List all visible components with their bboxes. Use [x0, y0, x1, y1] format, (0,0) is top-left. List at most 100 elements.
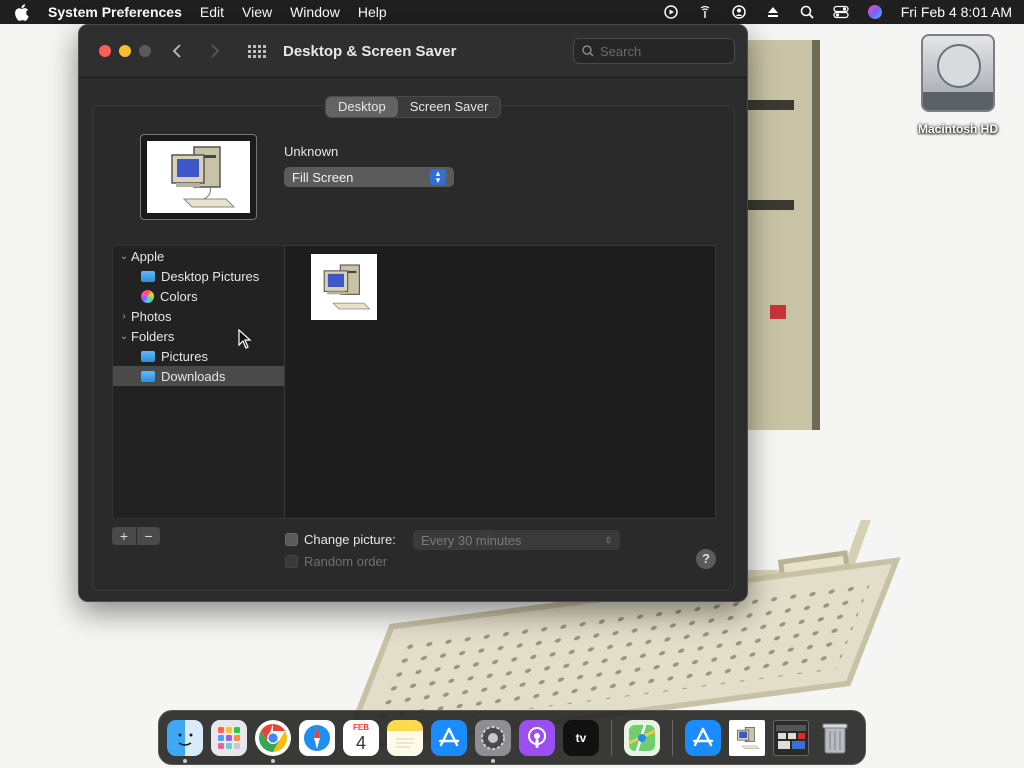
menu-view[interactable]: View — [242, 4, 272, 20]
change-interval-select[interactable]: Every 30 minutes ⇕ — [413, 530, 620, 550]
dock-desktop-picture[interactable] — [729, 719, 765, 756]
sidebar-item-apple[interactable]: ⌄ Apple — [113, 246, 284, 266]
computer-picture-icon — [737, 726, 760, 749]
search-input[interactable] — [600, 43, 720, 59]
chevron-updown-icon: ▴ ▾ — [430, 169, 446, 185]
picture-thumbnail[interactable] — [311, 254, 377, 320]
eject-icon[interactable] — [765, 4, 781, 20]
sidebar-item-label: Desktop Pictures — [161, 268, 260, 284]
add-remove-control: + − — [112, 527, 160, 545]
sidebar-item-pictures[interactable]: Pictures — [113, 346, 284, 366]
sidebar-item-label: Apple — [131, 248, 165, 264]
chevron-right-icon — [211, 44, 220, 58]
menu-clock[interactable]: Fri Feb 4 8:01 AM — [901, 4, 1012, 20]
change-picture-checkbox[interactable] — [285, 533, 298, 546]
add-folder-button[interactable]: + — [112, 527, 136, 545]
dock-tv[interactable]: tv — [563, 719, 599, 756]
tv-label: tv — [575, 730, 587, 745]
dock-launchpad[interactable] — [211, 719, 247, 756]
sidebar-item-label: Colors — [160, 288, 198, 304]
help-button[interactable]: ? — [696, 549, 716, 569]
apple-menu-icon[interactable] — [12, 3, 30, 21]
mouse-cursor-icon — [238, 329, 252, 349]
dock-podcasts[interactable] — [519, 719, 555, 756]
sidebar-item-colors[interactable]: Colors — [113, 286, 284, 306]
disclosure-right-icon[interactable]: › — [117, 311, 131, 322]
launchpad-icon — [218, 726, 240, 749]
dock-finder[interactable] — [167, 719, 203, 763]
desktop-screen-saver-window: Desktop & Screen Saver Desktop Screen Sa… — [78, 24, 748, 602]
control-center-icon[interactable] — [833, 4, 849, 20]
minimize-window-button[interactable] — [119, 45, 131, 57]
random-order-label: Random order — [304, 554, 388, 569]
app-store-icon — [438, 727, 460, 746]
dock-notes[interactable] — [387, 719, 423, 756]
forward-button[interactable] — [203, 39, 227, 63]
calendar-day: 4 — [355, 732, 366, 753]
dock-system-preferences[interactable] — [475, 719, 511, 763]
sidebar-item-label: Folders — [131, 328, 175, 344]
antenna-icon[interactable] — [697, 4, 713, 20]
dock-trash[interactable] — [817, 720, 853, 756]
random-order-row: Random order — [285, 554, 387, 569]
dock-screenshot-stack[interactable] — [773, 719, 809, 756]
search-field[interactable] — [573, 38, 735, 64]
computer-picture-icon — [170, 146, 235, 208]
dock: FEB 4 tv — [158, 710, 866, 765]
close-window-button[interactable] — [99, 45, 111, 57]
chevron-left-icon — [172, 44, 181, 58]
macintosh-hd-label: Macintosh HD — [917, 122, 998, 136]
screenshot-thumbnail-icon — [776, 724, 806, 749]
spotlight-search-icon[interactable] — [799, 4, 815, 20]
folder-icon — [141, 270, 155, 282]
window-titlebar: Desktop & Screen Saver — [79, 25, 747, 78]
finder-icon — [178, 733, 193, 746]
siri-icon[interactable] — [867, 4, 883, 20]
folder-icon — [141, 370, 155, 382]
sidebar-item-folders[interactable]: ⌄ Folders — [113, 326, 284, 346]
random-order-checkbox[interactable] — [285, 555, 298, 568]
sidebar-item-label: Pictures — [161, 348, 208, 364]
disclosure-down-icon[interactable]: ⌄ — [117, 331, 131, 342]
dock-calendar[interactable]: FEB 4 — [343, 719, 379, 756]
menu-help[interactable]: Help — [358, 4, 387, 20]
dock-maps[interactable] — [624, 719, 660, 756]
picture-grid — [284, 245, 716, 519]
dock-safari[interactable] — [299, 719, 335, 756]
applications-folder-icon — [692, 727, 714, 746]
menu-app-name[interactable]: System Preferences — [48, 4, 182, 20]
podcasts-icon — [528, 726, 546, 748]
sidebar-item-desktop-pictures[interactable]: Desktop Pictures — [113, 266, 284, 286]
zoom-window-button[interactable] — [139, 45, 151, 57]
fill-mode-select[interactable]: Fill Screen ▴ ▾ — [284, 167, 454, 187]
dock-applications-folder[interactable] — [685, 719, 721, 756]
menu-bar: System Preferences Edit View Window Help… — [0, 0, 1024, 24]
change-interval-value: Every 30 minutes — [421, 532, 522, 548]
user-account-icon[interactable] — [731, 4, 747, 20]
search-icon — [582, 45, 594, 57]
change-picture-row: Change picture: — [285, 532, 396, 547]
color-wheel-icon — [141, 289, 154, 303]
menu-window[interactable]: Window — [290, 4, 340, 20]
picture-source-list: ⌄ Apple Desktop Pictures Colors › Photos… — [112, 245, 285, 519]
remove-folder-button[interactable]: − — [136, 527, 160, 545]
hard-drive-icon — [921, 34, 995, 112]
back-button[interactable] — [165, 39, 189, 63]
disclosure-down-icon[interactable]: ⌄ — [117, 251, 131, 262]
dock-chrome[interactable] — [255, 719, 291, 763]
sidebar-item-downloads[interactable]: Downloads — [113, 366, 284, 386]
sidebar-item-photos[interactable]: › Photos — [113, 306, 284, 326]
menu-edit[interactable]: Edit — [200, 4, 224, 20]
folder-icon — [141, 350, 155, 362]
screen-recording-icon[interactable] — [663, 4, 679, 20]
tab-screen-saver[interactable]: Screen Saver — [398, 97, 501, 117]
notes-icon — [396, 738, 414, 747]
tab-desktop[interactable]: Desktop — [326, 97, 398, 117]
computer-picture-icon — [323, 264, 371, 310]
macintosh-hd-desktop-icon[interactable]: Macintosh HD — [912, 34, 1004, 136]
dock-app-store[interactable] — [431, 719, 467, 756]
show-all-grid-icon[interactable] — [245, 39, 269, 63]
traffic-lights — [99, 45, 151, 57]
calendar-month: FEB — [353, 722, 369, 732]
fill-mode-value: Fill Screen — [292, 169, 354, 185]
